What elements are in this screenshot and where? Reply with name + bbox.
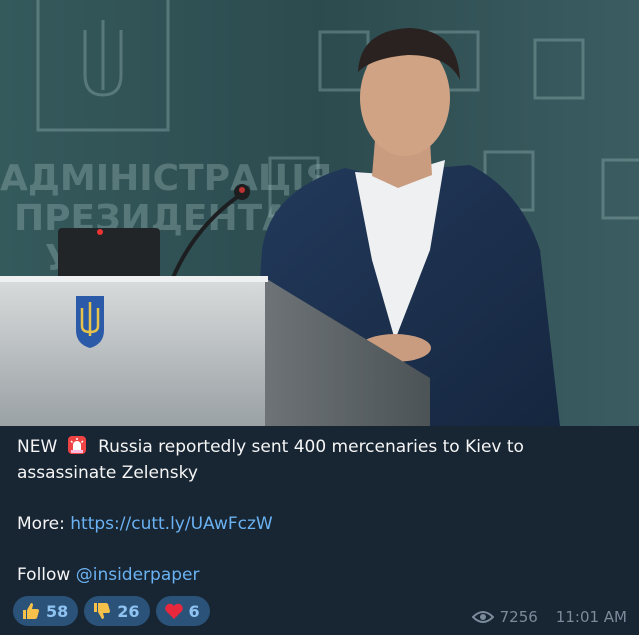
siren-icon <box>67 435 87 455</box>
reaction-count: 26 <box>117 601 140 621</box>
thumbs-down-icon <box>92 601 112 621</box>
headline: NEW Russia reportedly sent 400 mercenari… <box>17 434 627 460</box>
reactions-bar: 58 26 6 <box>13 596 210 626</box>
reaction-count: 58 <box>46 601 69 621</box>
message-body: NEW Russia reportedly sent 400 mercenari… <box>17 434 627 588</box>
heart-icon <box>164 601 184 621</box>
post-photo[interactable]: АДМІНІСТРАЦІЯ ПРЕЗИДЕНТА У <box>0 0 639 426</box>
eye-icon <box>471 610 495 624</box>
reaction-heart[interactable]: 6 <box>155 596 210 626</box>
follow-handle-link[interactable]: @insiderpaper <box>76 565 200 585</box>
thumbs-up-icon <box>21 601 41 621</box>
reaction-thumbs-down[interactable]: 26 <box>84 596 150 626</box>
view-count: 7256 <box>499 608 538 626</box>
post-time: 11:01 AM <box>555 608 627 626</box>
more-label: More: <box>17 514 65 534</box>
more-link[interactable]: https://cutt.ly/UAwFczW <box>70 514 272 534</box>
post-meta: 7256 11:01 AM <box>471 608 627 626</box>
follow-label: Follow <box>17 565 71 585</box>
channel-post: АДМІНІСТРАЦІЯ ПРЕЗИДЕНТА У <box>0 0 639 635</box>
headline-continued: assassinate Zelensky <box>17 463 198 483</box>
wall-signage-line-1: АДМІНІСТРАЦІЯ <box>0 158 332 199</box>
more-line: More: https://cutt.ly/UAwFczW <box>17 511 627 537</box>
reaction-thumbs-up[interactable]: 58 <box>13 596 79 626</box>
reaction-count: 6 <box>188 601 200 621</box>
headline-text: Russia reportedly sent 400 mercenaries t… <box>98 437 524 457</box>
follow-line: Follow @insiderpaper <box>17 562 627 588</box>
headline-prefix: NEW <box>17 437 58 457</box>
